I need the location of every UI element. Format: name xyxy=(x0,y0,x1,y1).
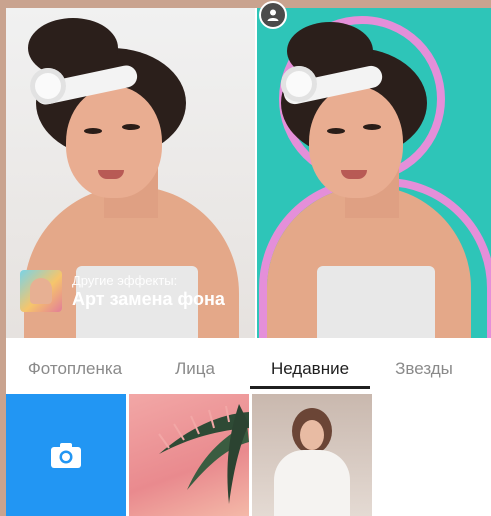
photo-thumbnail[interactable] xyxy=(129,394,249,516)
portrait-top xyxy=(317,266,435,338)
art-effect-preview[interactable] xyxy=(257,8,491,338)
portrait-face xyxy=(66,86,162,198)
person-body xyxy=(274,450,350,516)
other-effects-subtitle: Другие эффекты: xyxy=(72,272,178,288)
person-face xyxy=(300,420,324,450)
effect-name-title: Арт замена фона xyxy=(72,288,225,309)
portrait-eye-left xyxy=(327,128,345,134)
portrait-face xyxy=(309,86,403,198)
photo-grid xyxy=(6,394,372,516)
other-effects-link[interactable]: Другие эффекты: Арт замена фона xyxy=(20,270,225,312)
app-frame: Другие эффекты: Арт замена фона Фотоплен… xyxy=(6,8,491,516)
user-icon xyxy=(267,9,279,21)
effect-thumbnail xyxy=(20,270,62,312)
original-photo-preview[interactable]: Другие эффекты: Арт замена фона xyxy=(6,8,255,338)
tab-camera-roll[interactable]: Фотопленка xyxy=(6,346,144,391)
user-icon-badge xyxy=(259,1,287,29)
portrait-flower xyxy=(281,66,317,102)
portrait-eye-right xyxy=(122,124,140,130)
tab-faces[interactable]: Лица xyxy=(144,346,246,391)
tab-stars[interactable]: Звезды xyxy=(374,346,474,391)
photo-thumbnail[interactable] xyxy=(252,394,372,516)
portrait-eye-left xyxy=(84,128,102,134)
camera-icon xyxy=(51,443,81,468)
portrait-flower xyxy=(30,68,66,104)
effect-thumbnail-figure xyxy=(30,278,52,304)
tab-recent[interactable]: Недавние xyxy=(246,346,374,391)
gallery-tabs: Фотопленка Лица Недавние Звезды xyxy=(6,346,491,391)
open-camera-button[interactable] xyxy=(6,394,126,516)
portrait-eye-right xyxy=(363,124,381,130)
palm-leaves-image xyxy=(158,404,249,504)
